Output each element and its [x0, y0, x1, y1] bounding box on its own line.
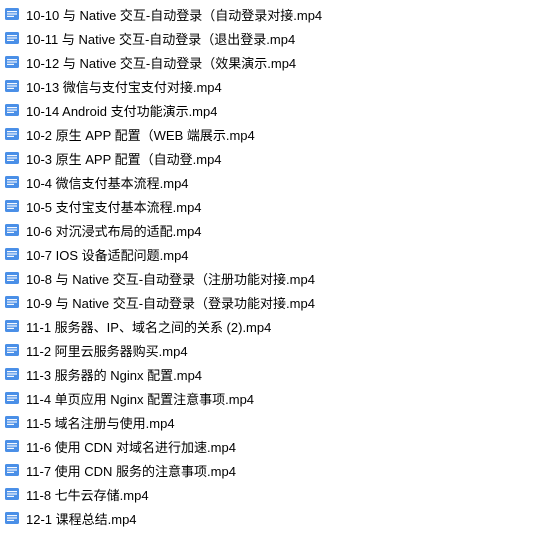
video-file-icon — [4, 462, 20, 478]
file-item[interactable]: 10-3 原生 APP 配置（自动登.mp4 — [4, 146, 553, 170]
file-name: 11-6 使用 CDN 对域名进行加速.mp4 — [26, 437, 236, 456]
file-name: 10-4 微信支付基本流程.mp4 — [26, 173, 189, 192]
file-name: 12-1 课程总结.mp4 — [26, 509, 137, 528]
video-file-icon — [4, 294, 20, 310]
video-file-icon — [4, 342, 20, 358]
file-item[interactable]: 11-4 单页应用 Nginx 配置注意事项.mp4 — [4, 386, 553, 410]
file-item[interactable]: 10-8 与 Native 交互-自动登录（注册功能对接.mp4 — [4, 266, 553, 290]
file-name: 10-13 微信与支付宝支付对接.mp4 — [26, 77, 222, 96]
video-file-icon — [4, 78, 20, 94]
file-item[interactable]: 11-3 服务器的 Nginx 配置.mp4 — [4, 362, 553, 386]
file-item[interactable]: 10-5 支付宝支付基本流程.mp4 — [4, 194, 553, 218]
video-file-icon — [4, 54, 20, 70]
file-name: 10-10 与 Native 交互-自动登录（自动登录对接.mp4 — [26, 5, 322, 24]
video-file-icon — [4, 150, 20, 166]
file-item[interactable]: 11-2 阿里云服务器购买.mp4 — [4, 338, 553, 362]
file-name: 10-12 与 Native 交互-自动登录（效果演示.mp4 — [26, 53, 296, 72]
file-name: 10-6 对沉浸式布局的适配.mp4 — [26, 221, 202, 240]
file-item[interactable]: 10-9 与 Native 交互-自动登录（登录功能对接.mp4 — [4, 290, 553, 314]
file-item[interactable]: 10-13 微信与支付宝支付对接.mp4 — [4, 74, 553, 98]
video-file-icon — [4, 438, 20, 454]
file-item[interactable]: 11-6 使用 CDN 对域名进行加速.mp4 — [4, 434, 553, 458]
file-name: 10-7 IOS 设备适配问题.mp4 — [26, 245, 189, 264]
video-file-icon — [4, 270, 20, 286]
file-name: 10-11 与 Native 交互-自动登录（退出登录.mp4 — [26, 29, 295, 48]
file-item[interactable]: 11-1 服务器、IP、域名之间的关系 (2).mp4 — [4, 314, 553, 338]
file-item[interactable]: 11-7 使用 CDN 服务的注意事项.mp4 — [4, 458, 553, 482]
file-name: 11-1 服务器、IP、域名之间的关系 (2).mp4 — [26, 317, 271, 336]
file-name: 10-5 支付宝支付基本流程.mp4 — [26, 197, 202, 216]
file-item[interactable]: 10-11 与 Native 交互-自动登录（退出登录.mp4 — [4, 26, 553, 50]
video-file-icon — [4, 366, 20, 382]
file-list: 10-10 与 Native 交互-自动登录（自动登录对接.mp4 10-11 … — [4, 2, 553, 530]
video-file-icon — [4, 30, 20, 46]
file-item[interactable]: 10-6 对沉浸式布局的适配.mp4 — [4, 218, 553, 242]
file-item[interactable]: 10-10 与 Native 交互-自动登录（自动登录对接.mp4 — [4, 2, 553, 26]
file-item[interactable]: 10-4 微信支付基本流程.mp4 — [4, 170, 553, 194]
video-file-icon — [4, 510, 20, 526]
file-name: 10-8 与 Native 交互-自动登录（注册功能对接.mp4 — [26, 269, 315, 288]
file-name: 11-8 七牛云存储.mp4 — [26, 485, 149, 504]
video-file-icon — [4, 126, 20, 142]
video-file-icon — [4, 174, 20, 190]
file-name: 10-3 原生 APP 配置（自动登.mp4 — [26, 149, 222, 168]
video-file-icon — [4, 222, 20, 238]
video-file-icon — [4, 102, 20, 118]
video-file-icon — [4, 390, 20, 406]
file-item[interactable]: 11-5 域名注册与使用.mp4 — [4, 410, 553, 434]
file-name: 10-2 原生 APP 配置（WEB 端展示.mp4 — [26, 125, 255, 144]
file-name: 11-2 阿里云服务器购买.mp4 — [26, 341, 188, 360]
file-item[interactable]: 12-1 课程总结.mp4 — [4, 506, 553, 530]
file-name: 11-5 域名注册与使用.mp4 — [26, 413, 175, 432]
video-file-icon — [4, 6, 20, 22]
file-item[interactable]: 10-2 原生 APP 配置（WEB 端展示.mp4 — [4, 122, 553, 146]
file-name: 10-14 Android 支付功能演示.mp4 — [26, 101, 217, 120]
file-name: 11-7 使用 CDN 服务的注意事项.mp4 — [26, 461, 236, 480]
video-file-icon — [4, 486, 20, 502]
file-item[interactable]: 11-8 七牛云存储.mp4 — [4, 482, 553, 506]
video-file-icon — [4, 318, 20, 334]
file-name: 11-4 单页应用 Nginx 配置注意事项.mp4 — [26, 389, 254, 408]
file-item[interactable]: 10-12 与 Native 交互-自动登录（效果演示.mp4 — [4, 50, 553, 74]
video-file-icon — [4, 198, 20, 214]
file-item[interactable]: 10-14 Android 支付功能演示.mp4 — [4, 98, 553, 122]
video-file-icon — [4, 414, 20, 430]
file-name: 11-3 服务器的 Nginx 配置.mp4 — [26, 365, 202, 384]
file-name: 10-9 与 Native 交互-自动登录（登录功能对接.mp4 — [26, 293, 315, 312]
file-item[interactable]: 10-7 IOS 设备适配问题.mp4 — [4, 242, 553, 266]
video-file-icon — [4, 246, 20, 262]
